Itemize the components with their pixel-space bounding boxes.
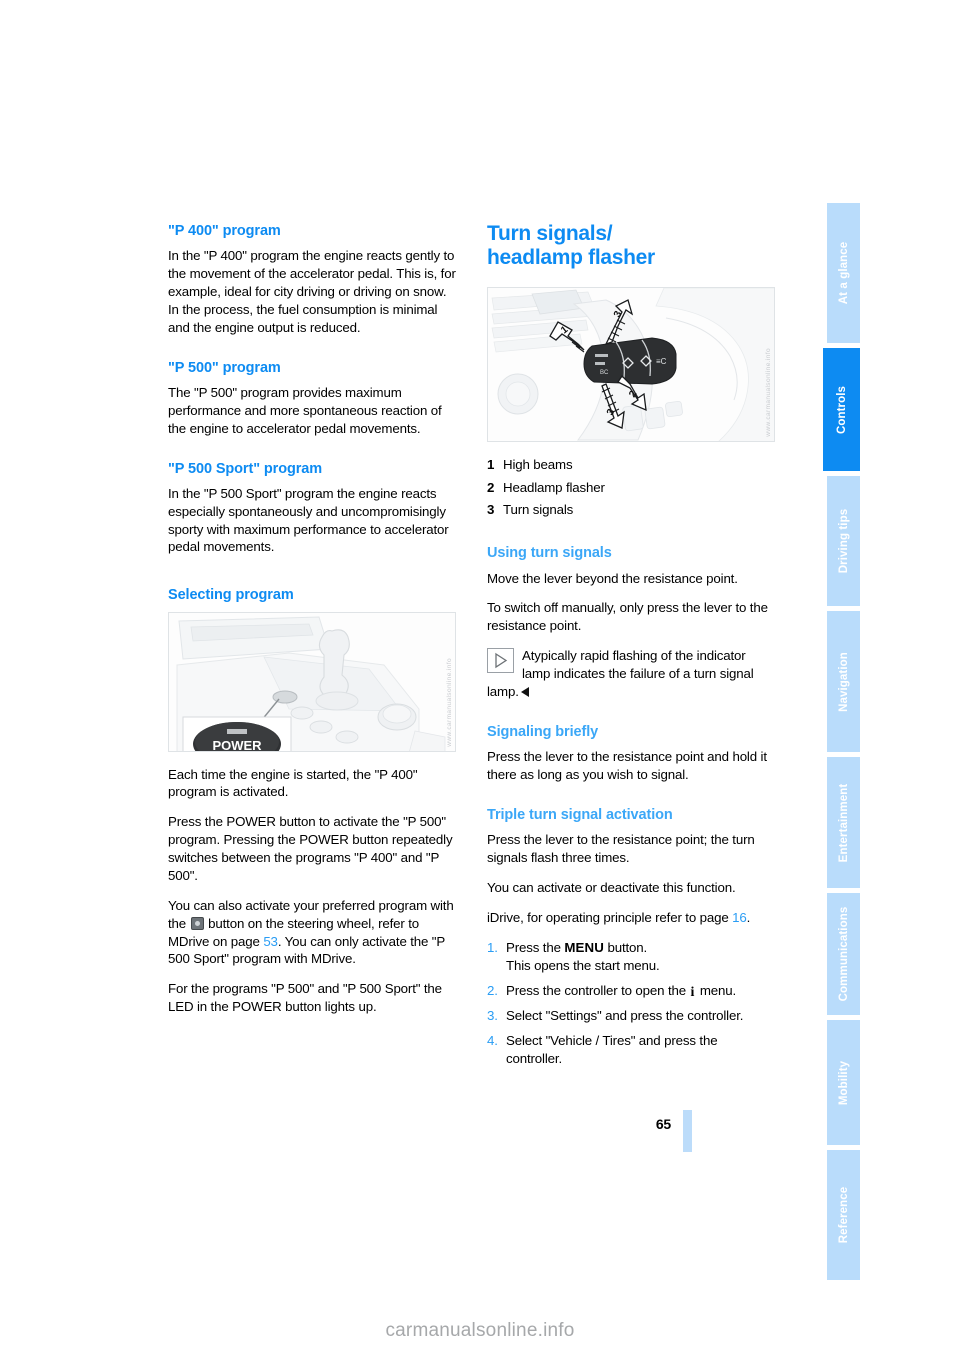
callout-label: High beams (503, 456, 573, 472)
page-reference-16[interactable]: 16 (732, 910, 747, 925)
heading-p500: "P 500" program (168, 359, 281, 376)
step-number: 4. (487, 1032, 498, 1048)
heading-p400: "P 400" program (168, 223, 281, 239)
paragraph-activate-deactivate: You can activate or deactivate this func… (487, 879, 736, 895)
callout-legend: 1 High beams 2 Headlamp flasher 3 Turn s… (487, 456, 775, 521)
page-title-line2: headlamp flasher (487, 246, 655, 270)
sidebar-tab-label: Navigation (837, 651, 850, 712)
paragraph-p500: The "P 500" program provides maximum per… (168, 384, 442, 436)
mdrive-button-icon (190, 916, 204, 930)
sidebar-tab-label: Driving tips (837, 508, 850, 574)
idrive-text-suffix: . (746, 909, 751, 925)
step-text: Select "Settings" and press the controll… (506, 1007, 744, 1023)
note-end-marker (520, 686, 529, 697)
callout-item: 3 Turn signals (487, 501, 775, 520)
sidebar-tab-communications[interactable]: Communications (827, 893, 860, 1015)
svg-text:BC: BC (600, 370, 609, 376)
paragraph-led-indicator: For the programs "P 500" and "P 500 Spor… (168, 981, 442, 1015)
page-reference-53[interactable]: 53 (263, 934, 278, 949)
step-number: 1. (487, 939, 498, 955)
paragraph-power-button: Press the POWER button to activate the "… (168, 814, 453, 883)
left-column: "P 400" program In the "P 400" program t… (168, 222, 456, 1028)
paragraph-mdrive: You can also activate your preferred pro… (168, 897, 456, 969)
sidebar-tab-label: Controls (835, 385, 848, 434)
step-text: Press the controller to open the i menu. (506, 982, 775, 1000)
step-sub-line: This opens the start menu. (506, 957, 660, 973)
callout-item: 2 Headlamp flasher (487, 479, 775, 498)
step-text-before: Press the (506, 939, 565, 955)
heading-triple-turn-signal: Triple turn signal activation (487, 806, 673, 823)
heading-selecting-program: Selecting program (168, 587, 294, 604)
step-item: 3. Select "Settings" and press the contr… (487, 1007, 775, 1025)
chapter-tab-sidebar: At a glance Controls Driving tips Naviga… (823, 203, 860, 1280)
figure-turn-signal-stalk: BC ≡C 1 3 3 2 www.carmanualsonline.info (487, 286, 775, 442)
step-number: 3. (487, 1007, 498, 1023)
paragraph-move-lever: Move the lever beyond the resistance poi… (487, 570, 738, 586)
callout-label: Headlamp flasher (503, 479, 605, 495)
idrive-text-prefix: iDrive, for operating principle refer to… (487, 909, 733, 925)
sidebar-tab-label: Mobility (837, 1060, 850, 1105)
sidebar-tab-controls[interactable]: Controls (823, 348, 860, 471)
step-text: Press the MENU button. This opens the st… (506, 939, 775, 975)
sidebar-tab-label: Reference (837, 1186, 850, 1244)
paragraph-switch-off: To switch off manually, only press the l… (487, 600, 768, 634)
step-number: 2. (487, 982, 498, 998)
site-watermark: carmanualsonline.info (385, 1320, 575, 1341)
sidebar-tab-mobility[interactable]: Mobility (827, 1020, 860, 1145)
step-item: 4. Select "Vehicle / Tires" and press th… (487, 1032, 775, 1068)
svg-text:≡C: ≡C (656, 357, 667, 366)
figure-watermark: www.carmanualsonline.info (446, 657, 453, 747)
callout-number: 2 (487, 479, 495, 495)
right-column: Turn signals/ headlamp flasher BC ≡C 1 3… (487, 222, 775, 1075)
stalk-illustration: BC ≡C 1 3 3 2 (488, 287, 774, 441)
paragraph-p400: In the "P 400" program the engine reacts… (168, 248, 456, 335)
step-text-after: button. (603, 939, 648, 955)
paragraph-engine-start: Each time the engine is started, the "P … (168, 766, 418, 800)
paragraph-idrive-reference: iDrive, for operating principle refer to… (487, 909, 775, 927)
sidebar-tab-label: At a glance (837, 241, 850, 305)
figure-selecting-program: POWER www.carmanualsonline.info (168, 611, 456, 752)
figure-watermark: www.carmanualsonline.info (765, 347, 772, 437)
sidebar-tab-navigation[interactable]: Navigation (827, 611, 860, 752)
heading-signaling-briefly: Signaling briefly (487, 723, 599, 740)
sidebar-tab-driving-tips[interactable]: Driving tips (827, 476, 860, 606)
step-text: Select "Vehicle / Tires" and press the c… (506, 1032, 718, 1067)
callout-label: Turn signals (503, 502, 574, 518)
sidebar-tab-entertainment[interactable]: Entertainment (827, 757, 860, 888)
step-list: 1. Press the MENU button. This opens the… (487, 939, 775, 1068)
callout-item: 1 High beams (487, 456, 775, 475)
manual-page: "P 400" program In the "P 400" program t… (0, 0, 960, 1358)
power-button-label: POWER (212, 738, 262, 752)
page-title-line1: Turn signals/ (487, 222, 613, 245)
paragraph-p500-sport: In the "P 500 Sport" program the engine … (168, 485, 449, 555)
sidebar-tab-label: Communications (837, 906, 850, 1002)
info-icon: i (690, 984, 695, 1000)
paragraph-signaling-briefly: Press the lever to the resistance point … (487, 749, 767, 782)
page-marker-bar (683, 1110, 692, 1152)
sidebar-tab-at-a-glance[interactable]: At a glance (827, 203, 860, 343)
sidebar-tab-label: Entertainment (837, 783, 850, 862)
heading-using-turn-signals: Using turn signals (487, 545, 612, 562)
callout-number: 3 (487, 502, 495, 518)
page-title: Turn signals/ headlamp flasher (487, 222, 775, 271)
note-indicator-failure: Atypically rapid flashing of the indicat… (487, 647, 775, 701)
paragraph-triple-flash: Press the lever to the resistance point;… (487, 832, 755, 866)
page-number: 65 (655, 1116, 671, 1132)
heading-p500-sport: "P 500 Sport" program (168, 460, 323, 477)
menu-button-label: MENU (564, 939, 604, 955)
step-item: 1. Press the MENU button. This opens the… (487, 939, 775, 975)
step-item: 2. Press the controller to open the i me… (487, 982, 775, 1000)
note-marker-icon (487, 648, 514, 674)
callout-number: 1 (487, 456, 495, 472)
step-text-before: Press the controller to open the (506, 982, 690, 998)
step-text-after: menu. (696, 982, 737, 998)
console-illustration: POWER (169, 612, 455, 752)
sidebar-tab-reference[interactable]: Reference (827, 1150, 860, 1280)
